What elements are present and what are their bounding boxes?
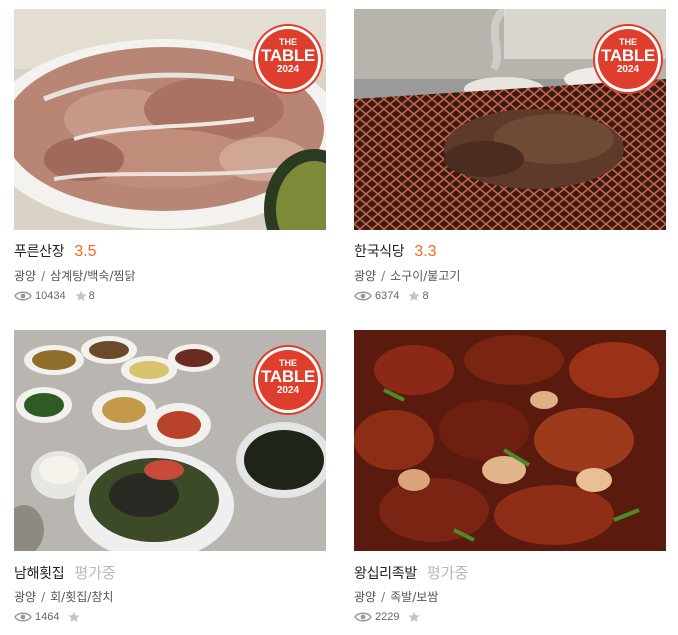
restaurant-card[interactable]: THE TABLE 2024 한국식당 3.3 광양 / 소구이/불고기 6374 …	[354, 9, 666, 302]
badge-text-year: 2024	[276, 385, 300, 396]
restaurant-stats: 6374 8	[354, 290, 666, 302]
restaurant-subtitle: 광양 / 삼계탕/백숙/찜닭	[14, 267, 326, 284]
restaurant-photo[interactable]: THE TABLE 2024	[354, 9, 666, 230]
restaurant-rating: 3.3	[414, 243, 437, 260]
badge-text-table: TABLE	[601, 46, 655, 65]
restaurant-grid: THE TABLE 2024 푸른산장 3.5 광양 / 삼계탕/백숙/찜닭 104…	[0, 0, 678, 635]
title-row: 왕십리족발 평가중	[354, 562, 666, 584]
restaurant-rating: 3.5	[74, 243, 97, 260]
restaurant-name[interactable]: 한국식당	[354, 241, 405, 261]
badge-text-table: TABLE	[261, 367, 315, 386]
star-count: 8	[422, 290, 429, 302]
star-icon	[408, 611, 421, 622]
eye-icon	[354, 291, 372, 301]
view-count: 6374	[375, 290, 400, 302]
badge-text-year: 2024	[616, 64, 640, 75]
the-table-2024-badge: THE TABLE 2024	[258, 350, 318, 410]
restaurant-categories: 삼계탕/백숙/찜닭	[50, 269, 136, 283]
eye-icon	[354, 612, 372, 622]
restaurant-stats: 10434 8	[14, 290, 326, 302]
the-table-2024-badge: THE TABLE 2024	[598, 29, 658, 89]
separator: /	[381, 269, 386, 283]
title-row: 남해횟집 평가중	[14, 562, 326, 584]
eye-icon	[14, 291, 32, 301]
restaurant-categories: 소구이/불고기	[390, 269, 461, 283]
restaurant-stats: 1464	[14, 611, 326, 623]
separator: /	[41, 590, 46, 604]
restaurant-subtitle: 광양 / 족발/보쌈	[354, 588, 666, 605]
badge-text-table: TABLE	[261, 46, 315, 65]
separator: /	[41, 269, 46, 283]
restaurant-stats: 2229	[354, 611, 666, 623]
restaurant-subtitle: 광양 / 회/횟집/참치	[14, 588, 326, 605]
eye-icon	[14, 612, 32, 622]
view-count: 10434	[35, 290, 66, 302]
restaurant-name[interactable]: 왕십리족발	[354, 563, 417, 583]
restaurant-categories: 족발/보쌈	[390, 590, 439, 604]
badge-text-year: 2024	[276, 64, 300, 75]
the-table-2024-badge: THE TABLE 2024	[258, 29, 318, 89]
star-icon	[68, 611, 81, 622]
star-icon	[408, 290, 421, 301]
title-row: 푸른산장 3.5	[14, 241, 326, 263]
restaurant-region: 광양	[354, 269, 377, 283]
restaurant-region: 광양	[14, 590, 37, 604]
restaurant-card[interactable]: THE TABLE 2024 푸른산장 3.5 광양 / 삼계탕/백숙/찜닭 104…	[14, 9, 326, 302]
restaurant-name[interactable]: 푸른산장	[14, 241, 65, 261]
star-count: 8	[88, 290, 95, 302]
restaurant-photo[interactable]: THE TABLE 2024	[14, 330, 326, 551]
restaurant-card[interactable]: THE TABLE 2024 남해횟집 평가중 광양 / 회/횟집/참치 1464	[14, 330, 326, 623]
title-row: 한국식당 3.3	[354, 241, 666, 263]
view-count: 2229	[375, 611, 400, 623]
restaurant-subtitle: 광양 / 소구이/불고기	[354, 267, 666, 284]
restaurant-photo[interactable]: THE TABLE 2024	[14, 9, 326, 230]
restaurant-rating: 평가중	[74, 564, 116, 582]
restaurant-categories: 회/횟집/참치	[50, 590, 114, 604]
restaurant-region: 광양	[14, 269, 37, 283]
spicy-pork-dish-image	[354, 330, 666, 551]
restaurant-region: 광양	[354, 590, 377, 604]
star-icon	[74, 290, 87, 301]
separator: /	[381, 590, 386, 604]
restaurant-photo[interactable]	[354, 330, 666, 551]
restaurant-name[interactable]: 남해횟집	[14, 563, 65, 583]
view-count: 1464	[35, 611, 60, 623]
restaurant-rating: 평가중	[426, 564, 469, 582]
restaurant-card[interactable]: 왕십리족발 평가중 광양 / 족발/보쌈 2229	[354, 330, 666, 623]
